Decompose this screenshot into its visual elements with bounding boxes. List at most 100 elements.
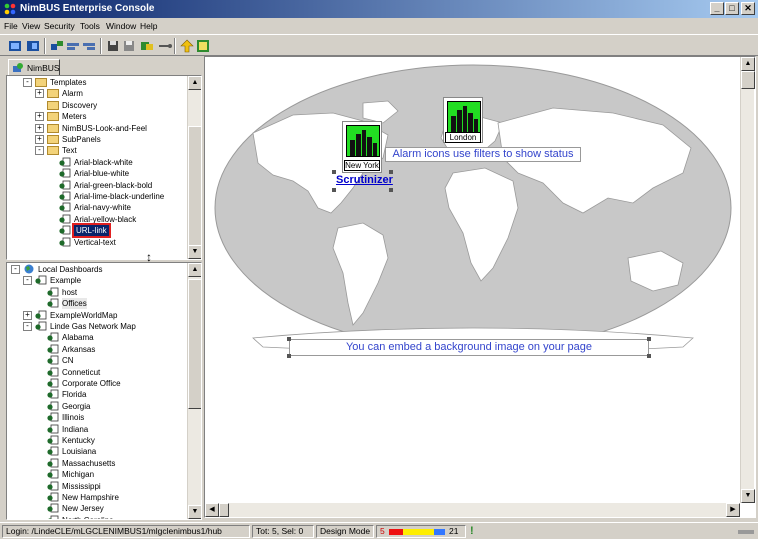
tree-node[interactable]: Arial-blue-white	[7, 168, 185, 179]
expand-icon[interactable]: +	[23, 310, 32, 320]
maximize-button[interactable]: □	[725, 2, 739, 15]
canvas-hscroll[interactable]: ◀ ▶	[205, 503, 740, 517]
resize-grip-icon[interactable]	[738, 527, 754, 537]
connect-icon[interactable]	[50, 39, 64, 53]
scroll-up-icon[interactable]: ▲	[188, 76, 201, 90]
collapse-icon[interactable]: -	[11, 265, 20, 274]
tree-node[interactable]: Louisiana	[7, 446, 185, 457]
city-alarm-london[interactable]: London	[443, 97, 483, 143]
tree-node[interactable]: New Jersey	[7, 503, 185, 514]
tree-node[interactable]: Florida	[7, 389, 185, 400]
selection-handle[interactable]	[332, 170, 336, 174]
grid-icon[interactable]	[196, 39, 210, 53]
collapse-icon[interactable]: -	[23, 322, 32, 331]
templates-vscroll[interactable]: ▲ ▼	[187, 76, 201, 259]
tree-node[interactable]: Discovery	[7, 100, 185, 111]
selection-handle[interactable]	[332, 188, 336, 192]
scroll-right-icon[interactable]: ▶	[726, 503, 740, 517]
tree-node[interactable]: + ExampleWorldMap	[7, 310, 185, 321]
tree-node[interactable]: + NimBUS-Look-and-Feel	[7, 123, 185, 134]
selection-handle[interactable]	[287, 354, 291, 358]
collapse-icon[interactable]: -	[35, 146, 44, 156]
menu-tools[interactable]: Tools	[80, 21, 100, 31]
tree-node[interactable]: Vertical-text	[7, 237, 185, 248]
up-arrow-icon[interactable]	[180, 39, 194, 53]
tree-node[interactable]: Conneticut	[7, 367, 185, 378]
align-right-icon[interactable]	[82, 39, 96, 53]
tree-node[interactable]: + SubPanels	[7, 134, 185, 145]
canvas-vscroll[interactable]: ▲ ▼	[740, 57, 755, 503]
tree-node[interactable]: Arial-yellow-black	[7, 214, 185, 225]
tree-node[interactable]: Arkansas	[7, 344, 185, 355]
tree-node[interactable]: Mississippi	[7, 481, 185, 492]
tree-node[interactable]: - Linde Gas Network Map	[7, 321, 185, 332]
tree-node[interactable]: + Alarm	[7, 88, 185, 99]
layout-icon[interactable]	[8, 39, 22, 53]
menu-security[interactable]: Security	[44, 21, 75, 31]
tree-node[interactable]: Arial-lime-black-underline	[7, 191, 185, 202]
scroll-left-icon[interactable]: ◀	[205, 503, 219, 517]
background-image-note[interactable]: You can embed a background image on your…	[289, 339, 649, 356]
scroll-down-icon[interactable]: ▼	[741, 489, 755, 503]
menu-view[interactable]: View	[22, 21, 40, 31]
expand-icon[interactable]: +	[35, 89, 44, 99]
alarm-filter-note[interactable]: Alarm icons use filters to show status	[385, 147, 581, 162]
scroll-thumb[interactable]	[188, 126, 201, 246]
collapse-icon[interactable]: -	[23, 276, 32, 286]
tree-node[interactable]: - Local Dashboards	[7, 264, 185, 275]
align-left-icon[interactable]	[66, 39, 80, 53]
tree-node[interactable]: Arial-green-black-bold	[7, 180, 185, 191]
tree-node[interactable]: Georgia	[7, 401, 185, 412]
menu-help[interactable]: Help	[140, 21, 157, 31]
tree-node[interactable]: URL-link	[7, 223, 185, 239]
expand-icon[interactable]: +	[35, 135, 44, 144]
tree-node[interactable]: Kentucky	[7, 435, 185, 446]
tab-nimbus[interactable]: NimBUS	[8, 59, 60, 76]
tree-node[interactable]: + Meters	[7, 111, 185, 122]
scroll-up-icon[interactable]: ▲	[741, 57, 755, 71]
scroll-down-icon[interactable]: ▼	[188, 245, 201, 259]
tree-node[interactable]: Corporate Office	[7, 378, 185, 389]
scroll-thumb[interactable]	[188, 279, 201, 409]
selection-handle[interactable]	[647, 354, 651, 358]
tree-node[interactable]: Illinois	[7, 412, 185, 423]
menu-file[interactable]: File	[4, 21, 18, 31]
expand-icon[interactable]: +	[35, 123, 44, 133]
tree-node[interactable]: - Templates	[7, 77, 185, 88]
tree-node[interactable]: - Text	[7, 145, 185, 156]
city-alarm-new-york[interactable]: New York	[342, 121, 382, 173]
tree-node[interactable]: Indiana	[7, 424, 185, 435]
scrutinizer-link[interactable]: Scrutinizer	[336, 174, 393, 186]
refresh-icon[interactable]	[140, 39, 154, 53]
tree-node[interactable]: host	[7, 287, 185, 298]
link-icon[interactable]	[158, 39, 172, 53]
selection-handle[interactable]	[647, 337, 651, 341]
menu-window[interactable]: Window	[106, 21, 136, 31]
scroll-thumb[interactable]	[741, 71, 755, 89]
tree-node[interactable]: Arial-navy-white	[7, 202, 185, 213]
scroll-up-icon[interactable]: ▲	[188, 263, 201, 277]
tree-node[interactable]: Offices	[7, 298, 185, 310]
expand-icon[interactable]: +	[35, 112, 44, 122]
scroll-thumb[interactable]	[219, 503, 229, 517]
selection-handle[interactable]	[389, 170, 393, 174]
collapse-icon[interactable]: -	[23, 78, 32, 87]
tree-node[interactable]: Massachusetts	[7, 458, 185, 469]
close-button[interactable]: ✕	[741, 2, 755, 15]
layout-alt-icon[interactable]	[26, 39, 40, 53]
save-icon[interactable]	[106, 39, 120, 53]
tree-node[interactable]: - Example	[7, 275, 185, 286]
selection-handle[interactable]	[389, 188, 393, 192]
dashboards-vscroll[interactable]: ▲ ▼	[187, 263, 201, 519]
tree-node[interactable]: Alabama	[7, 332, 185, 343]
tree-node[interactable]: North Carolina	[7, 515, 185, 519]
dashboard-canvas[interactable]: New York London Alarm icons use filters …	[204, 56, 756, 518]
save-all-icon[interactable]	[122, 39, 136, 53]
tree-node[interactable]: CN	[7, 355, 185, 366]
tree-node[interactable]: Arial-black-white	[7, 157, 185, 168]
tree-node[interactable]: New Hampshire	[7, 492, 185, 503]
scroll-down-icon[interactable]: ▼	[188, 505, 201, 519]
minimize-button[interactable]: _	[710, 2, 724, 15]
selection-handle[interactable]	[287, 337, 291, 341]
tree-node[interactable]: Michigan	[7, 469, 185, 480]
